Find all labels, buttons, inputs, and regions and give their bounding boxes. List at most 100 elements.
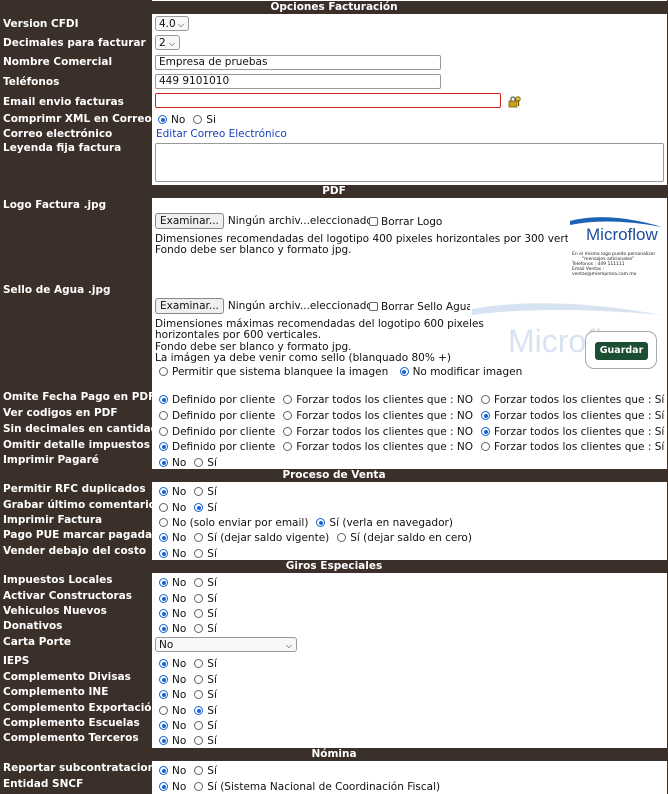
nombre-comercial-input[interactable]: Empresa de pruebas [155, 55, 441, 70]
subcontrat-si-option[interactable]: Sí [194, 765, 217, 777]
ver-codigos-forzar-si[interactable]: Forzar todos los clientes que : Sí [481, 410, 664, 422]
imp-locales-si-option[interactable]: Sí [194, 577, 217, 589]
vehiculos-si-option[interactable]: Sí [194, 608, 217, 620]
key-lock-icon[interactable] [507, 94, 522, 109]
constructoras-options: No Sí [159, 593, 217, 605]
sello-note-4: La imágen ya debe venir como sello (blan… [155, 352, 452, 364]
label-imprimir-pagare: Imprimir Pagaré [3, 454, 99, 466]
comprimir-si-option[interactable]: Si [193, 114, 216, 126]
exportacion-no-option[interactable]: No [159, 705, 186, 717]
pue-no-option[interactable]: No [159, 532, 186, 544]
label-pago-pue: Pago PUE marcar pagada [3, 529, 153, 541]
omite-fecha-forzar-si[interactable]: Forzar todos los clientes que : Sí [481, 394, 664, 406]
entidad-sncf-options: No Sí (Sistema Nacional de Coordinación F… [159, 781, 440, 793]
divisas-no-option[interactable]: No [159, 674, 186, 686]
terceros-options: No Sí [159, 735, 217, 747]
label-sello-agua: Sello de Agua .jpg [3, 284, 111, 296]
ine-no-option[interactable]: No [159, 689, 186, 701]
ver-codigos-definido[interactable]: Definido por cliente [159, 410, 275, 422]
omitir-detalle-forzar-si[interactable]: Forzar todos los clientes que : Sí [481, 441, 664, 453]
version-cfdi-select[interactable]: 4.0 ⌵ [155, 16, 189, 31]
decimales-select[interactable]: 2 ⌵ [155, 35, 180, 50]
label-decimales: Decimales para facturar [3, 37, 146, 49]
email-envio-input[interactable] [155, 93, 501, 108]
comentario-si-option[interactable]: Sí [194, 502, 217, 514]
label-comp-ine: Complemento INE [3, 686, 109, 698]
terceros-si-option[interactable]: Sí [194, 735, 217, 747]
factura-si-option[interactable]: Sí (verla en navegador) [316, 517, 453, 529]
label-impuestos-locales: Impuestos Locales [3, 574, 113, 586]
donativos-si-option[interactable]: Sí [194, 623, 217, 635]
carta-porte-select[interactable]: No ⌵ [155, 637, 297, 652]
omitir-detalle-forzar-no[interactable]: Forzar todos los clientes que : NO [283, 441, 473, 453]
section-facturacion: Opciones Facturación [0, 1, 668, 14]
comentario-no-option[interactable]: No [159, 502, 186, 514]
constructoras-no-option[interactable]: No [159, 593, 186, 605]
terceros-no-option[interactable]: No [159, 735, 186, 747]
comprimir-no-option[interactable]: No [158, 114, 185, 126]
label-vehiculos-nuevos: Vehiculos Nuevos [3, 605, 107, 617]
factura-no-option[interactable]: No (solo enviar por email) [159, 517, 308, 529]
omite-fecha-forzar-no[interactable]: Forzar todos los clientes que : NO [283, 394, 473, 406]
editar-correo-link[interactable]: Editar Correo Electrónico [156, 128, 287, 140]
no-modificar-option[interactable]: No modificar imagen [399, 366, 522, 378]
examinar-sello-button[interactable]: Examinar... [155, 298, 224, 314]
label-correo-electronico: Correo electrónico [3, 128, 113, 140]
settings-panel: Opciones Facturación Version CFDI 4.0 ⌵ D… [0, 0, 668, 794]
exportacion-si-option[interactable]: Sí [194, 705, 217, 717]
ieps-options: No Sí [159, 658, 217, 670]
pue-si-cero-option[interactable]: Sí (dejar saldo en cero) [337, 532, 472, 544]
sello-file-input[interactable]: Examinar... Ningún archiv...eleccionado. [155, 298, 376, 314]
label-comp-divisas: Complemento Divisas [3, 671, 131, 683]
permitir-blanquee-option[interactable]: Permitir que sistema blanquee la imagen [159, 366, 388, 378]
escuelas-si-option[interactable]: Sí [194, 720, 217, 732]
telefonos-input[interactable]: 449 9101010 [155, 74, 441, 89]
sin-decimales-forzar-si[interactable]: Forzar todos los clientes que : Sí [481, 426, 664, 438]
borrar-logo-checkbox[interactable]: Borrar Logo [369, 216, 442, 228]
ver-codigos-forzar-no[interactable]: Forzar todos los clientes que : NO [283, 410, 473, 422]
label-telefonos: Teléfonos [3, 76, 60, 88]
ine-si-option[interactable]: Sí [194, 689, 217, 701]
constructoras-si-option[interactable]: Sí [194, 593, 217, 605]
leyenda-textarea[interactable] [155, 143, 664, 182]
rfc-si-option[interactable]: Sí [194, 486, 217, 498]
guardar-button[interactable]: Guardar [595, 342, 648, 360]
exportacion-options: No Sí [159, 705, 217, 717]
vender-no-option[interactable]: No [159, 548, 186, 560]
sin-decimales-forzar-no[interactable]: Forzar todos los clientes que : NO [283, 426, 473, 438]
label-version-cfdi: Version CFDI [3, 18, 79, 30]
subcontrat-no-option[interactable]: No [159, 765, 186, 777]
logo-file-input[interactable]: Examinar... Ningún archiv...eleccionado. [155, 213, 376, 229]
label-permitir-rfc: Permitir RFC duplicados [3, 483, 146, 495]
escuelas-options: No Sí [159, 720, 217, 732]
imp-locales-no-option[interactable]: No [159, 577, 186, 589]
sncf-si-option[interactable]: Sí (Sistema Nacional de Coordinación Fis… [194, 781, 440, 793]
rfc-no-option[interactable]: No [159, 486, 186, 498]
section-giros: Giros Especiales [0, 560, 668, 573]
ieps-no-option[interactable]: No [159, 658, 186, 670]
examinar-logo-button[interactable]: Examinar... [155, 213, 224, 229]
omite-fecha-definido[interactable]: Definido por cliente [159, 394, 275, 406]
escuelas-no-option[interactable]: No [159, 720, 186, 732]
pue-si-vigente-option[interactable]: Sí (dejar saldo vigente) [194, 532, 329, 544]
label-imprimir-factura: Imprimir Factura [3, 514, 103, 526]
label-entidad-sncf: Entidad SNCF [3, 778, 84, 790]
pagare-no-option[interactable]: No [159, 457, 186, 469]
sncf-no-option[interactable]: No [159, 781, 186, 793]
omitir-detalle-definido[interactable]: Definido por cliente [159, 441, 275, 453]
borrar-sello-checkbox[interactable]: Borrar Sello Agua [369, 301, 473, 313]
logo-note-2: Fondo debe ser blanco y formato jpg. [155, 244, 352, 256]
label-sin-decimales: Sin decimales en cantidad [3, 423, 159, 435]
label-email-envio: Email envio facturas [3, 96, 124, 108]
label-comp-escuelas: Complemento Escuelas [3, 717, 140, 729]
donativos-no-option[interactable]: No [159, 623, 186, 635]
label-leyenda: Leyenda fija factura [3, 142, 122, 154]
vender-si-option[interactable]: Sí [194, 548, 217, 560]
ieps-si-option[interactable]: Sí [194, 658, 217, 670]
sin-decimales-definido[interactable]: Definido por cliente [159, 426, 275, 438]
vehiculos-no-option[interactable]: No [159, 608, 186, 620]
vender-debajo-options: No Sí [159, 548, 217, 560]
pagare-si-option[interactable]: Sí [194, 457, 217, 469]
label-vender-debajo: Vender debajo del costo [3, 545, 147, 557]
divisas-si-option[interactable]: Sí [194, 674, 217, 686]
